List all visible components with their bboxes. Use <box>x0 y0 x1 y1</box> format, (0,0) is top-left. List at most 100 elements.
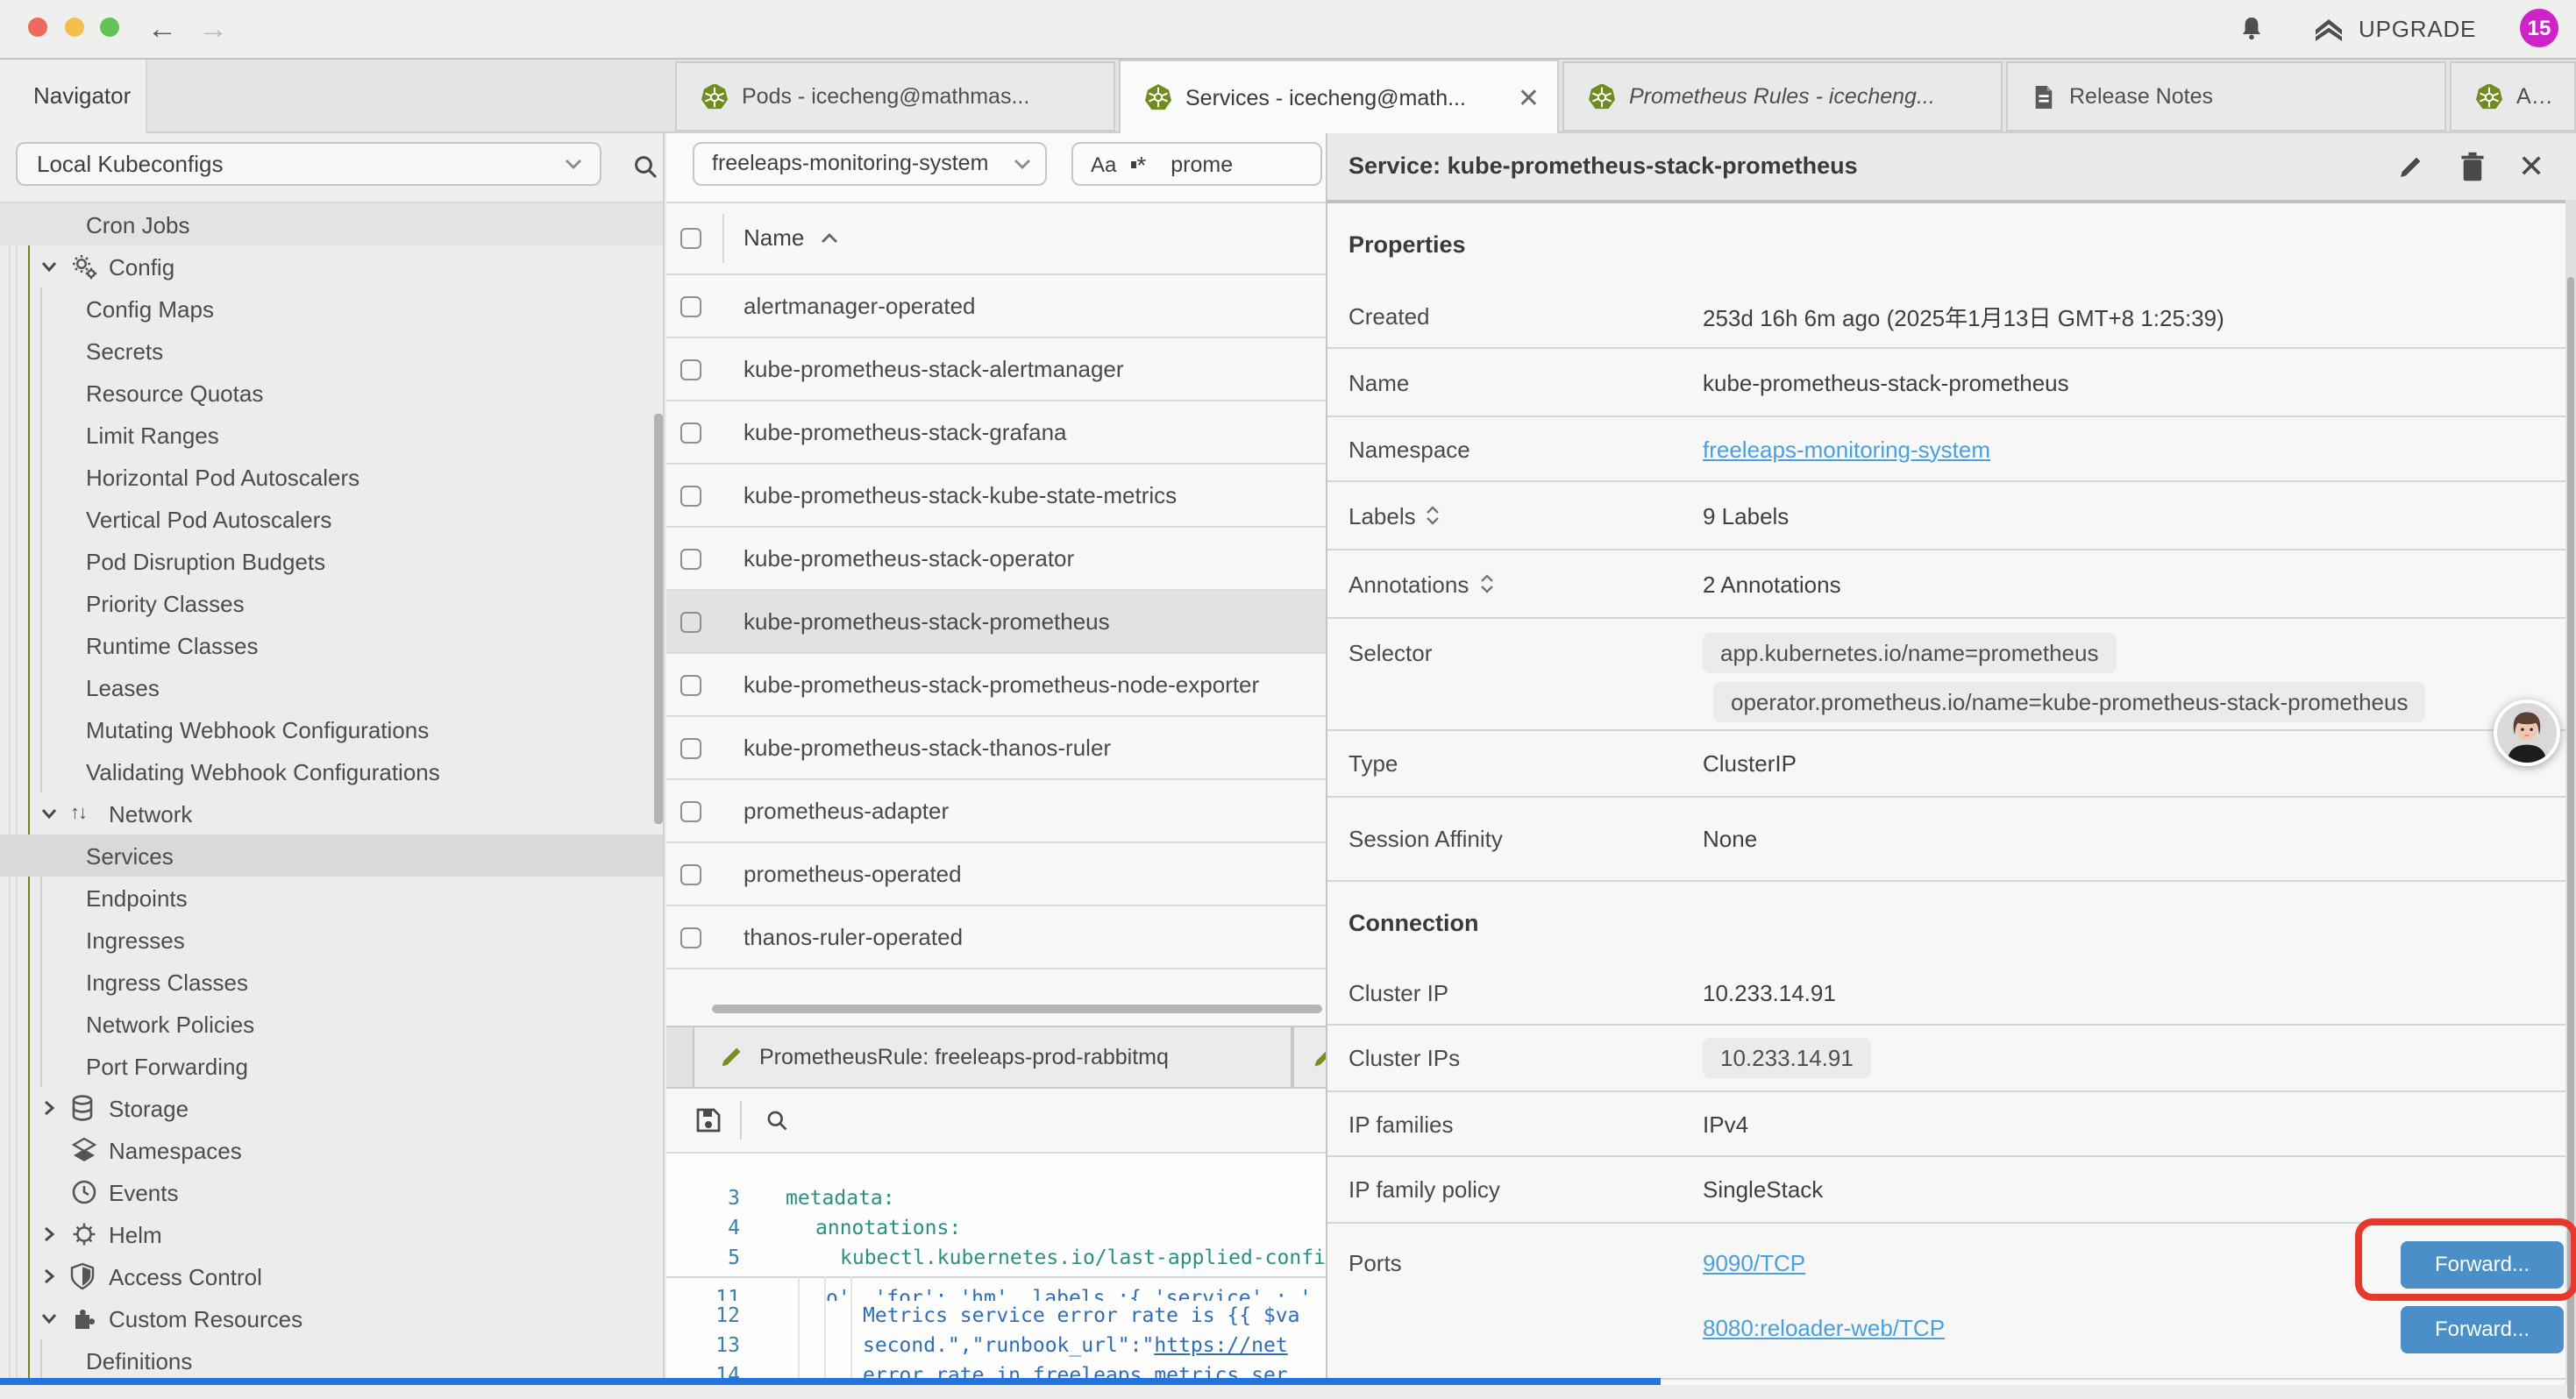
chevron-icon[interactable] <box>39 803 60 824</box>
app-tab[interactable]: Pods - icecheng@mathmas... ✕ <box>675 61 1115 131</box>
close-window-button[interactable] <box>28 18 47 37</box>
chevron-icon[interactable] <box>39 1266 60 1287</box>
sidebar-item[interactable]: ↑↓ Custom Resources <box>0 1297 663 1339</box>
namespace-link[interactable]: freeleaps-monitoring-system <box>1703 436 1990 462</box>
sidebar-item[interactable]: ↑↓ Resource Quotas <box>0 372 663 414</box>
row-checkbox[interactable] <box>680 801 701 822</box>
yaml-editor[interactable]: 3metadata:4annotations:5kubectl.kubernet… <box>666 1154 1326 1385</box>
table-row[interactable]: kube-prometheus-stack-prometheus <box>666 591 1326 654</box>
save-icon[interactable] <box>694 1106 722 1134</box>
sidebar-item[interactable]: ↑↓ Config Maps <box>0 288 663 330</box>
chevron-icon[interactable] <box>39 1224 60 1245</box>
row-checkbox[interactable] <box>680 738 701 759</box>
sidebar-item[interactable]: ↑↓ Config <box>0 245 663 288</box>
row-checkbox[interactable] <box>680 296 701 317</box>
drawer-scrollbar-track[interactable] <box>2565 200 2576 1385</box>
sort-ascending-icon[interactable] <box>820 233 837 244</box>
table-row[interactable]: kube-prometheus-stack-kube-state-metrics <box>666 465 1326 528</box>
upgrade-button[interactable]: UPGRADE <box>2359 0 2476 58</box>
expand-collapse-icon[interactable] <box>1479 573 1493 594</box>
regex-toggle[interactable]: * <box>1130 155 1146 173</box>
sidebar-item[interactable]: ↑↓ Horizontal Pod Autoscalers <box>0 456 663 498</box>
chevron-icon[interactable] <box>39 1182 60 1203</box>
app-tab[interactable]: Prometheus Rules - icecheng... ✕ <box>1562 61 2003 131</box>
bell-icon[interactable] <box>2238 14 2266 44</box>
navigator-panel-title[interactable]: Navigator <box>0 60 147 133</box>
search-input[interactable]: Aa * prome <box>1071 142 1322 186</box>
sidebar-item[interactable]: ↑↓ Port Forwarding <box>0 1045 663 1087</box>
sidebar-scrollbar[interactable] <box>654 414 662 824</box>
editor-tab-partial[interactable] <box>1292 1027 1326 1087</box>
sidebar-item[interactable]: ↑↓ Runtime Classes <box>0 624 663 666</box>
chevron-icon[interactable] <box>39 256 60 277</box>
sidebar-item[interactable]: ↑↓ Secrets <box>0 330 663 372</box>
horizontal-scrollbar[interactable] <box>712 1005 1322 1013</box>
sidebar-item[interactable]: ↑↓ Network Policies <box>0 1003 663 1045</box>
match-case-toggle[interactable]: Aa <box>1091 152 1116 176</box>
kubeconfig-selector[interactable]: Local Kubeconfigs <box>16 142 601 186</box>
sidebar-item[interactable]: ↑↓ Events <box>0 1171 663 1213</box>
row-checkbox[interactable] <box>680 864 701 885</box>
sidebar-item[interactable]: ↑↓ Services <box>0 834 663 877</box>
sidebar-item[interactable]: ↑↓ Access Control <box>0 1255 663 1297</box>
labels-count[interactable]: 9 Labels <box>1703 502 1789 529</box>
maximize-window-button[interactable] <box>100 18 119 37</box>
sidebar-item[interactable]: ↑↓ Ingress Classes <box>0 961 663 1003</box>
sidebar-item[interactable]: ↑↓ Validating Webhook Configurations <box>0 750 663 792</box>
app-tab[interactable]: Argo Se ✕ <box>2450 61 2576 131</box>
editor-search-icon[interactable] <box>765 1108 789 1133</box>
sidebar-item[interactable]: ↑↓ Namespaces <box>0 1129 663 1171</box>
close-icon[interactable]: ✕ <box>2518 133 2544 200</box>
row-checkbox[interactable] <box>680 549 701 570</box>
app-tab[interactable]: Release Notes ✕ <box>2006 61 2446 131</box>
port-link[interactable]: 9090/TCP <box>1703 1250 1805 1276</box>
chevron-icon[interactable] <box>39 1097 60 1118</box>
table-row[interactable]: kube-prometheus-stack-operator <box>666 528 1326 591</box>
sidebar-item[interactable]: ↑↓ Leases <box>0 666 663 708</box>
row-checkbox[interactable] <box>680 423 701 444</box>
sidebar-item[interactable]: ↑↓ Vertical Pod Autoscalers <box>0 498 663 540</box>
expand-collapse-icon[interactable] <box>1427 505 1441 526</box>
namespace-filter-select[interactable]: freeleaps-monitoring-system <box>693 142 1047 186</box>
table-row[interactable]: kube-prometheus-stack-prometheus-node-ex… <box>666 654 1326 717</box>
code-link[interactable]: https://net <box>1154 1332 1287 1357</box>
row-checkbox[interactable] <box>680 486 701 507</box>
minimize-window-button[interactable] <box>64 18 83 37</box>
sidebar-item[interactable]: ↑↓ Helm <box>0 1213 663 1255</box>
row-checkbox[interactable] <box>680 359 701 380</box>
table-row[interactable]: kube-prometheus-stack-thanos-ruler <box>666 717 1326 780</box>
sidebar-item[interactable]: ↑↓ Ingresses <box>0 919 663 961</box>
user-avatar[interactable] <box>2494 700 2560 766</box>
port-link[interactable]: 8080:reloader-web/TCP <box>1703 1315 1945 1341</box>
name-column-header[interactable]: Name <box>744 203 804 273</box>
sidebar-item[interactable]: ↑↓ Network <box>0 792 663 834</box>
notification-badge[interactable]: 15 <box>2520 9 2558 47</box>
app-tab[interactable]: Services - icecheng@math... ✕ <box>1119 60 1559 133</box>
sidebar-item[interactable]: ↑↓ Limit Ranges <box>0 414 663 456</box>
table-row[interactable]: prometheus-operated <box>666 843 1326 906</box>
sidebar-item[interactable]: ↑↓ Definitions <box>0 1339 663 1381</box>
sidebar-item[interactable]: ↑↓ Priority Classes <box>0 582 663 624</box>
forward-arrow-icon[interactable]: → <box>198 0 228 58</box>
search-icon[interactable] <box>631 153 659 181</box>
upgrade-chevrons-icon[interactable] <box>2311 16 2346 44</box>
chevron-icon[interactable] <box>39 1140 60 1161</box>
annotations-count[interactable]: 2 Annotations <box>1703 571 1841 597</box>
close-icon[interactable]: ✕ <box>1518 82 1540 113</box>
sidebar-item[interactable]: ↑↓ Endpoints <box>0 877 663 919</box>
forward-button[interactable]: Forward... <box>2401 1306 2564 1353</box>
table-row[interactable]: kube-prometheus-stack-alertmanager <box>666 338 1326 401</box>
chevron-icon[interactable] <box>39 1308 60 1329</box>
table-row[interactable]: kube-prometheus-stack-grafana <box>666 401 1326 465</box>
select-all-checkbox[interactable] <box>680 228 701 249</box>
row-checkbox[interactable] <box>680 675 701 696</box>
row-checkbox[interactable] <box>680 612 701 633</box>
sidebar-item[interactable]: ↑↓ Mutating Webhook Configurations <box>0 708 663 750</box>
editor-tab[interactable]: PrometheusRule: freeleaps-prod-rabbitmq <box>693 1027 1292 1087</box>
sidebar-item[interactable]: ↑↓ Cron Jobs <box>0 203 663 245</box>
sidebar-item[interactable]: ↑↓ Pod Disruption Budgets <box>0 540 663 582</box>
trash-icon[interactable] <box>2459 151 2487 179</box>
sidebar-item[interactable]: ↑↓ Storage <box>0 1087 663 1129</box>
table-row[interactable]: prometheus-adapter <box>666 780 1326 843</box>
table-row[interactable]: thanos-ruler-operated <box>666 906 1326 969</box>
